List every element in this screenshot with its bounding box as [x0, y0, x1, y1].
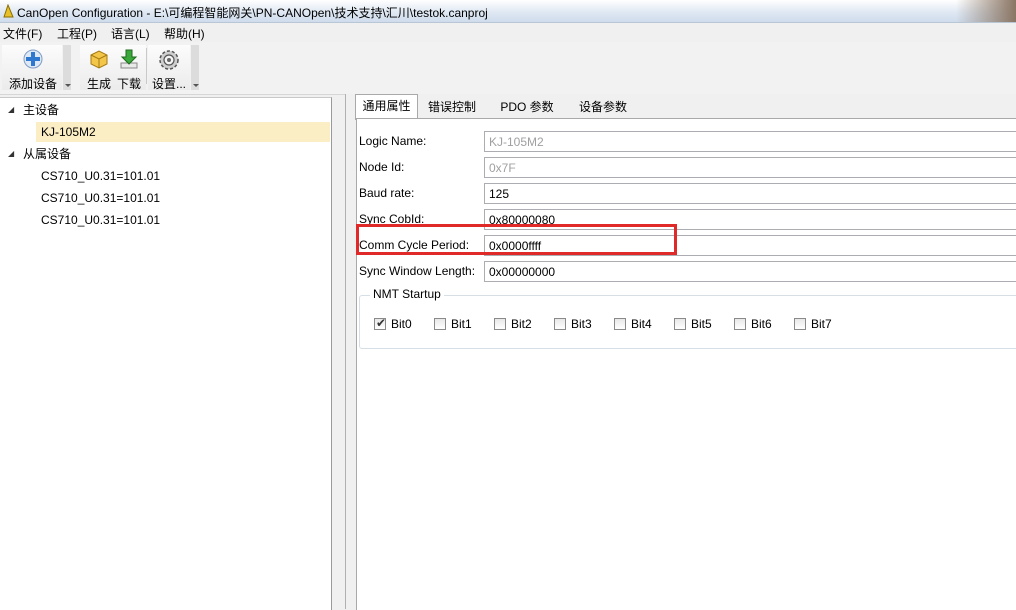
window-title: CanOpen Configuration - E:\可编程智能网关\PN-CA…	[17, 6, 488, 20]
tab-error-control[interactable]: 错误控制	[422, 96, 482, 118]
title-bar: CanOpen Configuration - E:\可编程智能网关\PN-CA…	[0, 0, 1016, 23]
toolbar-group-3: 设置...	[148, 45, 190, 91]
toolbar-group-1: 添加设备	[2, 45, 62, 91]
comm-cycle-input[interactable]	[484, 235, 1016, 256]
sync-cobid-label: Sync CobId:	[359, 212, 425, 226]
check-icon: ✔	[376, 316, 387, 330]
tree-node-label: 主设备	[23, 103, 60, 117]
package-icon	[90, 50, 108, 69]
tree-node-master-group[interactable]: ◢ 主设备	[0, 100, 330, 120]
generate-button[interactable]: 生成	[84, 45, 114, 91]
tab-device-params[interactable]: 设备参数	[572, 96, 634, 118]
sync-window-label: Sync Window Length:	[359, 264, 476, 278]
sync-cobid-input[interactable]	[484, 209, 1016, 230]
toolbar: 添加设备 生成 下载 设置...	[0, 42, 1016, 95]
menu-project[interactable]: 工程(P)	[57, 25, 97, 42]
comm-cycle-label: Comm Cycle Period:	[359, 238, 470, 252]
logic-name-input[interactable]	[484, 131, 1016, 152]
tree-node-slave[interactable]: CS710_U0.31=101.01	[41, 188, 160, 208]
toolbar-grip-1[interactable]	[63, 45, 71, 90]
gear-icon	[159, 50, 179, 70]
tab-pdo[interactable]: PDO 参数	[494, 96, 560, 118]
tree-node-slave[interactable]: CS710_U0.31=101.01	[41, 166, 160, 186]
collapse-icon[interactable]: ◢	[8, 100, 14, 120]
tree-node-label: KJ-105M2	[41, 125, 96, 139]
menu-file[interactable]: 文件(F)	[3, 25, 42, 42]
sync-window-input[interactable]	[484, 261, 1016, 282]
menu-bar: 文件(F) 工程(P) 语言(L) 帮助(H)	[0, 23, 1016, 42]
download-arrow-icon	[120, 49, 138, 69]
add-icon	[23, 49, 43, 69]
tree-node-label: 从属设备	[23, 147, 72, 161]
toolbar-group-2: 生成 下载	[80, 45, 146, 91]
baud-rate-label: Baud rate:	[359, 186, 415, 200]
node-id-label: Node Id:	[359, 160, 405, 174]
device-tree: ◢ 主设备 KJ-105M2 ◢ 从属设备 CS710_U0.31=101.01…	[0, 97, 332, 610]
app-icon	[3, 4, 14, 18]
generate-label: 生成	[86, 77, 111, 91]
menu-language[interactable]: 语言(L)	[111, 25, 150, 42]
general-tab-page: Logic Name: Node Id: Baud rate: Sync Cob…	[356, 118, 1016, 610]
tree-node-master[interactable]: KJ-105M2	[36, 122, 330, 142]
settings-button[interactable]: 设置...	[150, 45, 188, 91]
settings-label: 设置...	[151, 77, 186, 91]
node-id-input[interactable]	[484, 157, 1016, 178]
download-button[interactable]: 下载	[114, 45, 144, 91]
properties-pane: 通用属性 错误控制 PDO 参数 设备参数 Logic Name: Node I…	[345, 94, 1016, 610]
add-device-button[interactable]: 添加设备	[4, 45, 62, 91]
tab-general[interactable]: 通用属性	[355, 94, 418, 120]
logic-name-label: Logic Name:	[359, 134, 427, 148]
collapse-icon[interactable]: ◢	[8, 144, 14, 164]
toolbar-grip-2[interactable]	[191, 45, 199, 90]
add-device-label: 添加设备	[8, 77, 57, 91]
nmt-startup-legend: NMT Startup	[370, 287, 444, 301]
download-label: 下载	[116, 77, 141, 91]
tree-node-slave-group[interactable]: ◢ 从属设备	[0, 144, 330, 164]
nmt-startup-group: NMT Startup ✔ Bit0 Bit1 Bit2 Bit3 Bit4 B…	[359, 287, 1016, 349]
baud-rate-input[interactable]	[484, 183, 1016, 204]
menu-help[interactable]: 帮助(H)	[164, 25, 205, 42]
tree-node-slave[interactable]: CS710_U0.31=101.01	[41, 210, 160, 230]
